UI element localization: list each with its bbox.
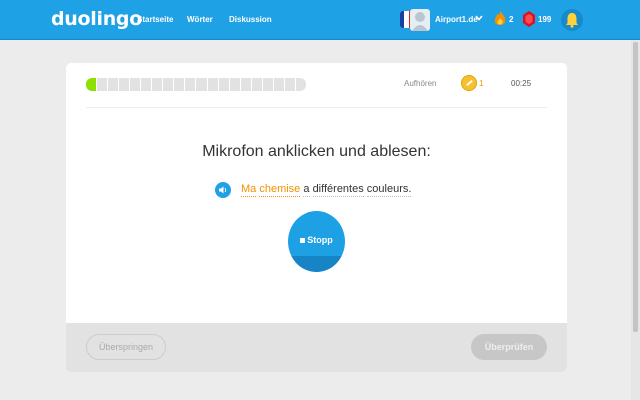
nav-link-discussion[interactable]: Diskussion: [229, 15, 272, 24]
top-navbar: duolingo Startseite Wörter Diskussion Ai…: [0, 0, 640, 40]
sentence-word[interactable]: couleurs.: [366, 183, 412, 197]
progress-segment: [174, 78, 185, 91]
bell-icon: [566, 13, 578, 28]
progress-segment: [207, 78, 218, 91]
stop-button-label: Stopp: [288, 235, 345, 245]
check-button[interactable]: Überprüfen: [471, 334, 547, 360]
progress-segment: [119, 78, 130, 91]
lesson-card: Aufhören 1 00:25 Mikrofon anklicken und …: [66, 63, 567, 372]
scrollbar-thumb[interactable]: [633, 42, 638, 332]
progress-segment: [295, 78, 306, 91]
skip-button[interactable]: Überspringen: [86, 334, 166, 360]
progress-segment: [251, 78, 262, 91]
progress-segment: [240, 78, 251, 91]
sentence: Ma chemise a différentes couleurs.: [241, 183, 412, 197]
timer: 00:25: [511, 79, 532, 88]
progress-segment: [97, 78, 108, 91]
progress-segment: [152, 78, 163, 91]
progress-segment: [229, 78, 240, 91]
progress-segment: [108, 78, 119, 91]
sentence-word[interactable]: a: [303, 183, 310, 197]
flame-icon[interactable]: [494, 11, 506, 27]
quit-link[interactable]: Aufhören: [404, 79, 436, 88]
lingot-coin-icon: [461, 75, 477, 91]
chevron-down-icon[interactable]: [475, 14, 483, 22]
lesson-progress-bar: [86, 78, 306, 91]
duolingo-logo[interactable]: duolingo: [51, 8, 142, 30]
streak-count: 2: [509, 15, 514, 24]
speaker-icon: [219, 186, 227, 194]
stop-label-text: Stopp: [307, 235, 333, 245]
sentence-word[interactable]: Ma: [241, 183, 257, 197]
progress-segment: [185, 78, 196, 91]
lesson-footer: Überspringen Überprüfen: [66, 323, 567, 372]
gem-count: 199: [538, 15, 552, 24]
progress-segment: [86, 78, 97, 91]
progress-segment: [141, 78, 152, 91]
progress-segment: [218, 78, 229, 91]
ruby-gem-icon[interactable]: [523, 11, 535, 27]
play-audio-button[interactable]: [215, 182, 231, 198]
sentence-word[interactable]: chemise: [259, 183, 301, 197]
notifications-button[interactable]: [561, 9, 583, 31]
progress-segment: [196, 78, 207, 91]
prompt-text: Mikrofon anklicken und ablesen:: [202, 143, 431, 160]
coin-count: 1: [479, 79, 484, 88]
stop-recording-button[interactable]: Stopp: [288, 211, 345, 272]
progress-segment: [262, 78, 273, 91]
stop-square-icon: [300, 238, 306, 243]
page-scrollbar[interactable]: [631, 40, 640, 400]
progress-segment: [163, 78, 174, 91]
progress-segment: [284, 78, 295, 91]
progress-segment: [273, 78, 284, 91]
sentence-word[interactable]: différentes: [312, 183, 364, 197]
user-avatar-icon[interactable]: [410, 9, 430, 31]
nav-link-home[interactable]: Startseite: [137, 15, 173, 24]
button-shade: [288, 256, 345, 272]
username[interactable]: Airport1.de: [435, 15, 478, 24]
progress-segment: [130, 78, 141, 91]
nav-link-words[interactable]: Wörter: [187, 15, 213, 24]
header-divider: [86, 107, 547, 108]
